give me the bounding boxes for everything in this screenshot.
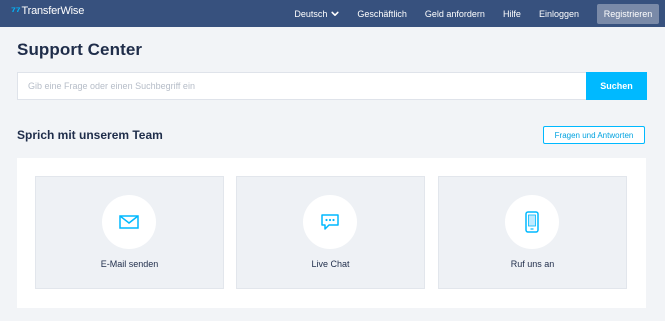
contact-card-label: Ruf uns an	[510, 259, 555, 269]
nav-menu: Deutsch Geschäftlich Geld anfordern Hilf…	[294, 0, 665, 27]
register-button[interactable]: Registrieren	[597, 3, 659, 24]
chevron-down-icon	[331, 11, 339, 16]
icon-circle	[102, 195, 156, 249]
language-label: Deutsch	[294, 8, 328, 19]
transferwise-logo[interactable]: ⁷⁷ TransferWise	[11, 5, 84, 17]
envelope-icon	[119, 215, 139, 229]
icon-circle	[303, 195, 357, 249]
nav-link-request-money[interactable]: Geld anfordern	[425, 9, 485, 19]
language-selector[interactable]: Deutsch	[294, 9, 339, 19]
team-section-title: Sprich mit unserem Team	[17, 128, 163, 142]
top-navbar: ⁷⁷ TransferWise Deutsch Geschäftlich Gel…	[0, 0, 665, 27]
search-bar: Suchen	[17, 72, 647, 100]
icon-circle	[505, 195, 559, 249]
phone-icon	[525, 211, 539, 233]
logo-mark-icon: ⁷⁷	[11, 4, 21, 18]
contact-card-label: Live Chat	[311, 259, 350, 269]
chat-bubble-icon	[321, 214, 339, 230]
contact-card-phone[interactable]: Ruf uns an	[438, 176, 627, 289]
search-button[interactable]: Suchen	[586, 72, 647, 100]
search-input[interactable]	[17, 72, 586, 100]
faq-button[interactable]: Fragen und Antworten	[543, 126, 645, 144]
page-title: Support Center	[17, 40, 143, 59]
contact-options-panel: E-Mail senden Live Chat Ruf uns an	[17, 158, 646, 308]
contact-card-live-chat[interactable]: Live Chat	[236, 176, 425, 289]
contact-card-email[interactable]: E-Mail senden	[35, 176, 224, 289]
nav-link-business[interactable]: Geschäftlich	[357, 9, 407, 19]
logo-text: TransferWise	[21, 5, 85, 17]
contact-card-label: E-Mail senden	[100, 259, 159, 269]
nav-link-login[interactable]: Einloggen	[539, 9, 579, 19]
nav-link-help[interactable]: Hilfe	[503, 9, 521, 19]
